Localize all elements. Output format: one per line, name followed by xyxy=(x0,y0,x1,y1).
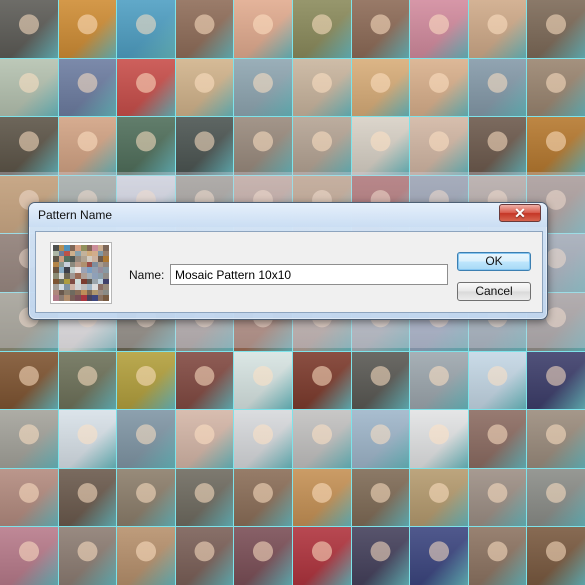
mosaic-photo-tile xyxy=(468,410,527,468)
cancel-button[interactable]: Cancel xyxy=(457,282,531,301)
mosaic-photo-tile xyxy=(58,0,117,58)
mosaic-photo-tile xyxy=(0,468,58,527)
mosaic-photo-tile xyxy=(234,117,292,175)
mosaic-photo-tile xyxy=(175,351,234,410)
mosaic-photo-tile xyxy=(351,0,410,58)
close-button[interactable]: ✕ xyxy=(499,204,541,222)
dialog-body: Name: OK Cancel xyxy=(35,231,543,313)
mosaic-photo-tile xyxy=(527,0,585,58)
screenshot-canvas: Pattern Name ✕ Name: OK Cancel xyxy=(0,0,585,585)
mosaic-photo-tile xyxy=(410,58,468,117)
close-icon: ✕ xyxy=(514,205,526,221)
mosaic-photo-tile xyxy=(234,527,292,585)
mosaic-photo-tile xyxy=(117,117,175,175)
preview-tile xyxy=(103,295,109,301)
mosaic-photo-tile xyxy=(410,410,468,468)
mosaic-photo-tile xyxy=(527,468,585,527)
mosaic-photo-tile xyxy=(351,468,410,527)
mosaic-photo-tile xyxy=(468,0,527,58)
mosaic-photo-tile xyxy=(292,527,351,585)
mosaic-photo-tile xyxy=(527,351,585,410)
mosaic-photo-tile xyxy=(234,351,292,410)
mosaic-photo-tile xyxy=(58,351,117,410)
mosaic-photo-tile xyxy=(175,468,234,527)
mosaic-photo-tile xyxy=(117,0,175,58)
mosaic-photo-tile xyxy=(175,410,234,468)
mosaic-photo-tile xyxy=(0,58,58,117)
mosaic-photo-tile xyxy=(117,527,175,585)
mosaic-photo-tile xyxy=(58,410,117,468)
pattern-preview-thumbnail xyxy=(50,242,112,304)
mosaic-photo-tile xyxy=(117,351,175,410)
mosaic-photo-tile xyxy=(117,410,175,468)
mosaic-photo-tile xyxy=(292,58,351,117)
mosaic-photo-tile xyxy=(351,410,410,468)
mosaic-photo-tile xyxy=(175,58,234,117)
mosaic-photo-tile xyxy=(0,527,58,585)
mosaic-photo-tile xyxy=(468,351,527,410)
mosaic-photo-tile xyxy=(468,527,527,585)
mosaic-photo-tile xyxy=(292,0,351,58)
pattern-name-dialog: Pattern Name ✕ Name: OK Cancel xyxy=(28,202,548,320)
mosaic-photo-tile xyxy=(0,0,58,58)
mosaic-photo-tile xyxy=(117,58,175,117)
mosaic-photo-tile xyxy=(234,58,292,117)
mosaic-photo-tile xyxy=(58,58,117,117)
pattern-name-input[interactable] xyxy=(170,264,448,285)
mosaic-photo-tile xyxy=(527,527,585,585)
mosaic-photo-tile xyxy=(351,58,410,117)
mosaic-photo-tile xyxy=(58,468,117,527)
mosaic-photo-tile xyxy=(468,117,527,175)
mosaic-photo-tile xyxy=(234,468,292,527)
mosaic-photo-tile xyxy=(175,117,234,175)
mosaic-photo-tile xyxy=(468,468,527,527)
mosaic-photo-tile xyxy=(410,351,468,410)
mosaic-photo-tile xyxy=(410,468,468,527)
mosaic-photo-tile xyxy=(351,527,410,585)
mosaic-photo-tile xyxy=(117,468,175,527)
mosaic-photo-tile xyxy=(58,117,117,175)
mosaic-photo-tile xyxy=(58,527,117,585)
mosaic-photo-tile xyxy=(292,351,351,410)
mosaic-photo-tile xyxy=(527,58,585,117)
mosaic-photo-tile xyxy=(410,117,468,175)
mosaic-photo-tile xyxy=(175,527,234,585)
mosaic-photo-tile xyxy=(292,410,351,468)
mosaic-photo-tile xyxy=(0,351,58,410)
mosaic-photo-tile xyxy=(0,410,58,468)
mosaic-photo-tile xyxy=(527,117,585,175)
pattern-preview-grid xyxy=(53,245,109,301)
dialog-title: Pattern Name xyxy=(38,208,113,222)
mosaic-photo-tile xyxy=(0,117,58,175)
dialog-titlebar[interactable]: Pattern Name ✕ xyxy=(29,203,547,227)
mosaic-photo-tile xyxy=(351,351,410,410)
name-label: Name: xyxy=(129,268,165,282)
mosaic-photo-tile xyxy=(468,58,527,117)
mosaic-photo-tile xyxy=(351,117,410,175)
mosaic-photo-tile xyxy=(410,0,468,58)
mosaic-photo-tile xyxy=(175,0,234,58)
mosaic-photo-tile xyxy=(234,0,292,58)
mosaic-photo-tile xyxy=(292,117,351,175)
mosaic-photo-tile xyxy=(410,527,468,585)
mosaic-photo-tile xyxy=(234,410,292,468)
mosaic-photo-tile xyxy=(292,468,351,527)
ok-button[interactable]: OK xyxy=(457,252,531,271)
mosaic-photo-tile xyxy=(527,410,585,468)
